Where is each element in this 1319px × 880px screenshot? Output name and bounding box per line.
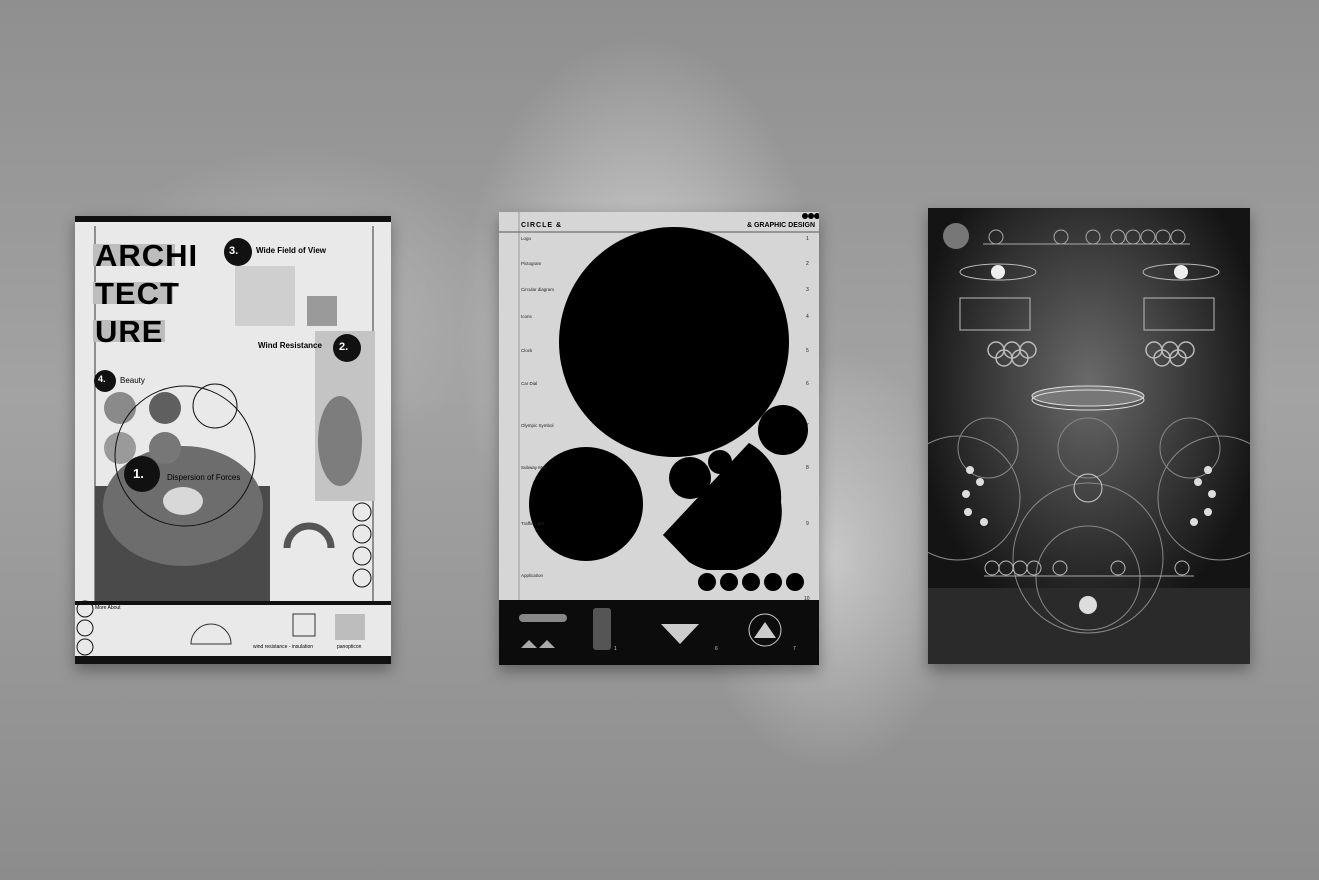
circle-header-left: CIRCLE & [521,222,563,229]
index-item: Logo [521,236,532,241]
index-number: 6 [806,381,809,387]
architecture-title-line-3: URE [95,314,164,349]
olympic-poster-art [928,208,1250,664]
index-number: 5 [806,348,809,354]
section-3-number: 3. [229,245,239,257]
index-number: 9 [806,521,809,527]
footer-number: 7 [793,646,796,652]
index-number: 10 [804,596,810,602]
section-4-label: Beauty [120,376,145,385]
index-item: Application [521,573,544,578]
index-number: 2 [806,261,809,267]
circle-header-right: & GRAPHIC DESIGN [746,222,815,229]
section-4-number: 4. [98,374,106,384]
index-number: 4 [806,314,809,320]
index-item: Car Dial [521,381,538,386]
footer-number: 1 [614,646,617,652]
index-item: Traffic Light [521,521,545,526]
index-number: 1 [806,236,809,242]
section-1-label: Dispersion of Forces [167,473,241,482]
olympic-poster [928,208,1250,664]
footer-number: 6 [715,646,718,652]
architecture-title-line-1: ARCHI [95,238,199,273]
index-number: 8 [806,465,809,471]
circle-poster-art [499,212,819,665]
footer-caption-2: panopticon [337,644,362,650]
index-item: Subway Map [521,465,548,470]
index-number: 3 [806,287,809,293]
circle-graphic-design-poster: CIRCLE & & GRAPHIC DESIGN Logo Pictogram… [499,212,819,665]
section-2-number: 2. [339,341,349,353]
index-item: Clock [521,348,533,353]
architecture-poster: ARCHI TECT URE 3. Wide Field of View 2. … [75,216,391,664]
footer-caption-1: wind resistance - insulation [253,644,314,650]
index-item: Icons [521,314,532,319]
architecture-title-line-2: TECT [95,276,180,311]
index-item: Pictogram [521,261,542,266]
section-3-label: Wide Field of View [256,246,327,255]
section-2-label: Wind Resistance [258,341,322,350]
index-item: Olympic Symbol [521,423,554,428]
section-1-number: 1. [133,466,144,481]
footer-heading: More About [95,605,121,611]
index-number: 7 [806,423,809,429]
index-item: Circular diagram [521,287,555,292]
